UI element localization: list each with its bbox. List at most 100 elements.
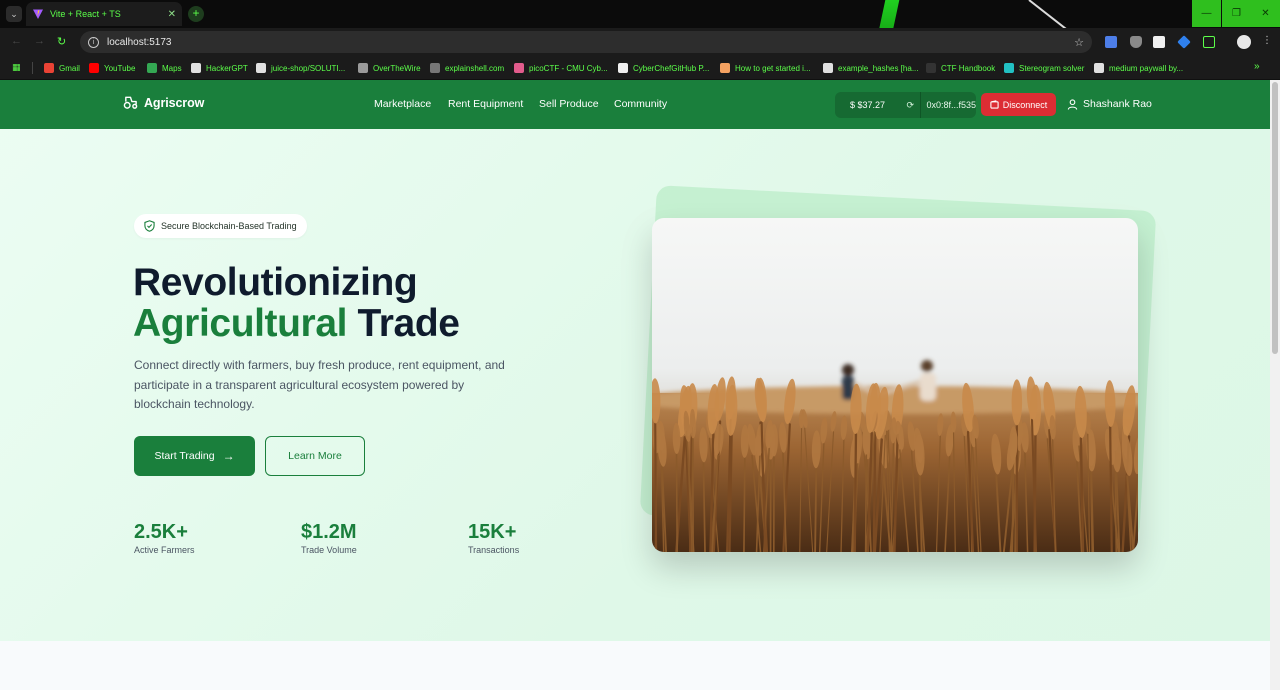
bookmark-item[interactable]: Stereogram solver bbox=[1004, 60, 1084, 76]
bookmark-favicon-icon bbox=[1004, 63, 1014, 73]
page-scrollbar[interactable] bbox=[1270, 80, 1280, 690]
bookmark-item[interactable]: HackerGPT bbox=[191, 60, 248, 76]
headline-highlight: Agricultural bbox=[133, 302, 348, 345]
trust-badge-label: Secure Blockchain-Based Trading bbox=[161, 221, 297, 231]
bookmark-label: explainshell.com bbox=[445, 63, 505, 73]
extensions-puzzle-icon[interactable] bbox=[1203, 36, 1215, 48]
tab-title: Vite + React + TS bbox=[50, 9, 121, 19]
disconnect-label: Disconnect bbox=[1002, 99, 1048, 110]
refresh-balance-icon[interactable]: ⟳ bbox=[907, 100, 920, 111]
close-tab-icon[interactable]: ✕ bbox=[168, 9, 176, 20]
back-icon[interactable]: ← bbox=[11, 35, 22, 47]
app-viewport: Agriscrow Marketplace Rent Equipment Sel… bbox=[0, 80, 1270, 690]
wallet-widget: $ $37.27 ⟳ 0x0:8f...f535 bbox=[835, 92, 976, 118]
wallet-balance: $ $37.27 bbox=[850, 100, 886, 110]
address-bar[interactable]: i localhost:5173 ☆ bbox=[80, 31, 1092, 53]
bookmark-item[interactable]: juice-shop/SOLUTI... bbox=[256, 60, 345, 76]
stat-value: 2.5K+ bbox=[134, 521, 188, 543]
translate-extension-icon[interactable] bbox=[1105, 36, 1117, 48]
bookmark-favicon-icon bbox=[823, 63, 833, 73]
scrollbar-thumb[interactable] bbox=[1272, 82, 1278, 354]
site-header: Agriscrow Marketplace Rent Equipment Sel… bbox=[0, 80, 1270, 129]
bookmark-favicon-icon bbox=[358, 63, 368, 73]
learn-more-button[interactable]: Learn More bbox=[265, 436, 365, 476]
bookmark-favicon-icon bbox=[256, 63, 266, 73]
bookmark-favicon-icon bbox=[44, 63, 54, 73]
bookmark-favicon-icon bbox=[926, 63, 936, 73]
disconnect-button[interactable]: Disconnect bbox=[981, 93, 1056, 116]
wallet-address[interactable]: 0x0:8f...f535 bbox=[925, 100, 976, 110]
bookmark-item[interactable]: CyberChefGitHub P... bbox=[618, 60, 709, 76]
tractor-logo-icon bbox=[123, 96, 138, 109]
bookmark-item[interactable]: medium paywall by... bbox=[1094, 60, 1183, 76]
bookmark-item[interactable]: OverTheWire bbox=[358, 60, 421, 76]
minimize-button[interactable]: — bbox=[1192, 0, 1221, 27]
user-menu[interactable]: Shashank Rao bbox=[1067, 98, 1152, 110]
bookmark-item[interactable]: example_hashes [ha... bbox=[823, 60, 919, 76]
shield-extension-icon[interactable] bbox=[1130, 36, 1142, 48]
bookmark-label: medium paywall by... bbox=[1109, 63, 1184, 73]
site-info-icon[interactable]: i bbox=[88, 36, 99, 48]
browser-menu-icon[interactable]: ⋮ bbox=[1262, 35, 1272, 46]
bookmark-favicon-icon bbox=[147, 63, 157, 73]
stat-label: Trade Volume bbox=[301, 545, 357, 555]
bookmark-label: picoCTF - CMU Cyb... bbox=[529, 63, 608, 73]
theme-decoration bbox=[870, 0, 904, 28]
bookmark-item[interactable]: CTF Handbook bbox=[926, 60, 995, 76]
shield-check-icon bbox=[144, 220, 155, 232]
bookmark-label: Gmail bbox=[59, 63, 80, 73]
bookmark-label: OverTheWire bbox=[373, 63, 421, 73]
maximize-button[interactable]: ❐ bbox=[1222, 0, 1251, 27]
wallet-divider bbox=[919, 92, 921, 118]
bookmark-favicon-icon bbox=[514, 63, 524, 73]
profile-avatar-icon[interactable] bbox=[1237, 35, 1251, 49]
bookmark-item[interactable]: explainshell.com bbox=[430, 60, 504, 76]
start-trading-label: Start Trading bbox=[154, 450, 215, 462]
close-window-button[interactable]: ✕ bbox=[1251, 0, 1280, 27]
medium-extension-icon[interactable] bbox=[1153, 36, 1165, 48]
bookmark-item[interactable]: YouTube bbox=[89, 60, 135, 76]
stat-active-farmers: 2.5K+ Active Farmers bbox=[134, 521, 195, 555]
more-bookmarks-icon[interactable]: » bbox=[1254, 61, 1260, 72]
hero-description: Connect directly with farmers, buy fresh… bbox=[134, 358, 505, 411]
bookmark-label: CyberChefGitHub P... bbox=[633, 63, 710, 73]
bookmark-favicon-icon bbox=[720, 63, 730, 73]
bookmark-favicon-icon bbox=[191, 63, 201, 73]
forward-icon[interactable]: → bbox=[34, 35, 45, 47]
bookmark-item[interactable]: Maps bbox=[147, 60, 182, 76]
start-trading-button[interactable]: Start Trading → bbox=[134, 436, 255, 476]
brand-link[interactable]: Agriscrow bbox=[123, 95, 204, 110]
nav-marketplace[interactable]: Marketplace bbox=[374, 98, 431, 110]
nav-rent-equipment[interactable]: Rent Equipment bbox=[448, 98, 523, 110]
vpn-extension-icon[interactable] bbox=[1177, 35, 1191, 49]
bookmark-favicon-icon bbox=[430, 63, 440, 73]
url-text[interactable]: localhost:5173 bbox=[107, 37, 1066, 48]
vite-favicon-icon bbox=[33, 9, 43, 19]
hero-wheat-field-image bbox=[652, 218, 1138, 552]
bookmark-item[interactable]: picoCTF - CMU Cyb... bbox=[514, 60, 608, 76]
apps-grid-icon[interactable]: ▦ bbox=[12, 62, 23, 73]
bookmark-label: Maps bbox=[162, 63, 182, 73]
stat-value: 15K+ bbox=[468, 521, 517, 543]
bookmark-favicon-icon bbox=[1094, 63, 1104, 73]
stat-trade-volume: $1.2M Trade Volume bbox=[301, 521, 357, 555]
bookmark-label: example_hashes [ha... bbox=[838, 63, 919, 73]
next-section bbox=[0, 641, 1270, 690]
bookmark-label: How to get started i... bbox=[735, 63, 811, 73]
browser-tab[interactable]: Vite + React + TS ✕ bbox=[26, 2, 182, 26]
nav-sell-produce[interactable]: Sell Produce bbox=[539, 98, 599, 110]
tab-search-icon[interactable]: ⌄ bbox=[6, 6, 22, 22]
nav-community[interactable]: Community bbox=[614, 98, 667, 110]
bookmark-label: Stereogram solver bbox=[1019, 63, 1085, 73]
new-tab-button[interactable]: + bbox=[188, 6, 204, 22]
user-name: Shashank Rao bbox=[1083, 98, 1152, 110]
headline-line-1: Revolutionizing bbox=[133, 261, 418, 304]
bookmark-item[interactable]: Gmail bbox=[44, 60, 80, 76]
bookmark-star-icon[interactable]: ☆ bbox=[1074, 36, 1084, 49]
bookmark-item[interactable]: How to get started i... bbox=[720, 60, 811, 76]
browser-tab-strip: ⌄ Vite + React + TS ✕ + — ❐ ✕ bbox=[0, 0, 1280, 28]
reload-icon[interactable]: ↻ bbox=[57, 35, 66, 48]
bookmarks-bar: ▦ Gmail YouTube Maps HackerGPT juice-shop/SO… bbox=[0, 56, 1280, 80]
stat-label: Active Farmers bbox=[134, 545, 195, 555]
browser-toolbar: ← → ↻ i localhost:5173 ☆ ⋮ bbox=[0, 28, 1280, 56]
